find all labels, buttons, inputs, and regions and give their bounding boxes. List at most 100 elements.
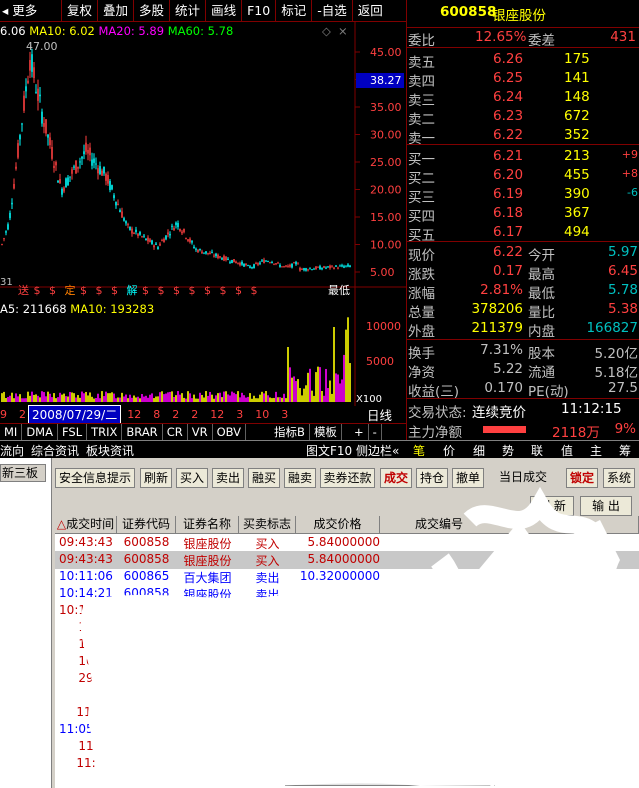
refresh-button[interactable]: 刷新 (140, 468, 172, 488)
ask-row[interactable]: 卖二 6.23 672 (407, 107, 639, 128)
column-header[interactable]: 买卖标志 (239, 516, 296, 534)
remove-watchlist-button[interactable]: -自选 (312, 0, 353, 22)
sell-repay-button[interactable]: 卖券还款 (320, 468, 375, 488)
lock-button[interactable]: 锁定 (566, 468, 598, 488)
event-marker[interactable]: $ (158, 284, 165, 297)
horizontal-scrollbar[interactable] (285, 774, 495, 786)
more-button[interactable]: ◂ 更多 (0, 0, 62, 22)
restore-rights-button[interactable]: 复权 (62, 0, 99, 22)
tab-value[interactable]: 值 (561, 442, 573, 459)
ask-row[interactable]: 卖四 6.25 141 (407, 69, 639, 90)
grid-refresh-button[interactable]: 刷 新 (530, 496, 574, 516)
zoom-out-button[interactable]: - (369, 424, 382, 440)
security-info-button[interactable]: 安全信息提示 (55, 468, 135, 488)
table-row[interactable]: 华贸物流 买入 (55, 687, 639, 705)
ask-row[interactable]: 卖一 6.22 352 (407, 126, 639, 147)
tab-sector-news[interactable]: 板块资讯 (86, 442, 134, 459)
table-row[interactable]: 10:11:06 600865 百大集团 卖出 10.32000000 (55, 568, 639, 586)
tab-f10[interactable]: 图文F10 (306, 442, 352, 459)
tab-tick[interactable]: 笔 (413, 442, 425, 459)
kline-chart-panel[interactable]: ◂ 更多 复权 叠加 多股 统计 画线 F10 标记 -自选 返回 6.06 M… (0, 0, 406, 440)
table-row[interactable]: 29 (55, 670, 639, 688)
table-row[interactable]: 10 (55, 636, 639, 654)
tab-link[interactable]: 联 (531, 442, 543, 459)
column-header[interactable]: △成交时间 (55, 516, 117, 534)
event-marker[interactable]: $ (189, 284, 196, 297)
statistics-button[interactable]: 统计 (170, 0, 207, 22)
indicator-tab[interactable]: MI (0, 424, 23, 440)
bid-row[interactable]: 买三 6.19 390 -6 (407, 185, 639, 206)
event-marker[interactable]: $ (142, 284, 149, 297)
table-row[interactable]: 09:43:43 600858 银座股份 买入 5.84000000 (55, 534, 639, 552)
column-header[interactable]: 成交编号 (380, 516, 639, 534)
event-marker[interactable]: $ (34, 284, 41, 297)
cancel-order-button[interactable]: 撤单 (452, 468, 484, 488)
deals-button[interactable]: 成交 (380, 468, 412, 488)
indicator-tab[interactable]: TRIX (87, 424, 123, 440)
table-row[interactable]: 10 (55, 619, 639, 637)
indicator-tab[interactable]: DMA (22, 424, 58, 440)
zoom-in-button[interactable]: + (350, 424, 369, 440)
overlay-button[interactable]: 叠加 (98, 0, 135, 22)
table-row[interactable]: 10 (55, 653, 639, 671)
bid-row[interactable]: 买五 6.17 494 (407, 223, 639, 244)
tab-price[interactable]: 价 (443, 442, 455, 459)
draw-line-button[interactable]: 画线 (206, 0, 243, 22)
ask-row[interactable]: 卖五 6.26 175 (407, 50, 639, 71)
tab-main[interactable]: 主 (590, 442, 602, 459)
indicator-tab[interactable]: VR (188, 424, 213, 440)
tab-flow[interactable]: 流向 (0, 442, 24, 459)
indicator-tab[interactable]: BRAR (122, 424, 163, 440)
mark-button[interactable]: 标记 (276, 0, 313, 22)
selected-date[interactable]: 2008/07/29/二 (28, 405, 122, 424)
template-button[interactable]: 模板 (310, 424, 342, 440)
event-marker[interactable]: $ (220, 284, 227, 297)
event-marker[interactable]: $ (235, 284, 242, 297)
table-row[interactable]: 10:14:53 600 华贸物流 买入 11.51000000 (55, 602, 639, 620)
tab-chips[interactable]: 筹 (619, 442, 631, 459)
event-marker[interactable]: $ (204, 284, 211, 297)
positions-button[interactable]: 持仓 (416, 468, 448, 488)
event-marker[interactable]: $ (80, 284, 87, 297)
indicator-tab[interactable]: FSL (58, 424, 88, 440)
column-header[interactable]: 证券名称 (176, 516, 239, 534)
table-row[interactable]: 11 600514 友讯达 买入 13.33000000 (55, 738, 639, 756)
bid-row[interactable]: 买二 6.20 455 +8 (407, 166, 639, 187)
indicator-tab[interactable]: OBV (213, 424, 247, 440)
f10-button[interactable]: F10 (242, 0, 277, 22)
buy-button[interactable]: 买入 (176, 468, 208, 488)
event-marker[interactable]: 定 (65, 283, 76, 297)
multi-stock-button[interactable]: 多股 (134, 0, 171, 22)
table-row[interactable]: 09:43:43 600858 银座股份 买入 5.84000000 (55, 551, 639, 569)
indicator-tab[interactable]: CR (163, 424, 188, 440)
back-button[interactable]: 返回 (353, 0, 388, 22)
tab-news[interactable]: 综合资讯 (31, 442, 79, 459)
tab-trend[interactable]: 势 (502, 442, 514, 459)
column-header[interactable]: 证券代码 (117, 516, 176, 534)
table-row[interactable]: 11:05:35 600858 银座股份 卖出 6.27000000 (55, 721, 639, 739)
event-marker[interactable]: $ (111, 284, 118, 297)
table-row[interactable]: 10:14:21 600858 银座股份 卖出 5.940000 (55, 585, 639, 603)
margin-buy-button[interactable]: 融买 (248, 468, 280, 488)
grid-export-button[interactable]: 输 出 (580, 496, 632, 516)
event-marker[interactable]: $ (251, 284, 258, 297)
tab-detail[interactable]: 细 (473, 442, 485, 459)
column-header[interactable]: 成交价格 (296, 516, 380, 534)
margin-sell-button[interactable]: 融卖 (284, 468, 316, 488)
event-marker[interactable]: 解 (127, 283, 138, 297)
period-daily-label[interactable]: 日线 (367, 405, 392, 424)
ask-row[interactable]: 卖三 6.24 148 (407, 88, 639, 109)
event-marker[interactable]: $ (96, 284, 103, 297)
event-marker[interactable]: $ (49, 284, 56, 297)
new-third-board-tab[interactable]: 新三板 (0, 464, 46, 482)
tab-sidebar[interactable]: 侧边栏« (356, 442, 399, 459)
event-marker[interactable]: $ (173, 284, 180, 297)
indicator-tab-b[interactable]: 指标B (270, 424, 310, 440)
table-row[interactable]: 11: 600250 南京商旅 买入 (55, 704, 639, 722)
table-row[interactable]: 11: 600514 友讯达 买入 13.33000000 (55, 755, 639, 773)
bid-row[interactable]: 买四 6.18 367 (407, 204, 639, 225)
system-button[interactable]: 系统 (603, 468, 635, 488)
sell-button[interactable]: 卖出 (212, 468, 244, 488)
bid-row[interactable]: 买一 6.21 213 +9 (407, 147, 639, 168)
event-marker[interactable]: 送 (18, 283, 29, 297)
